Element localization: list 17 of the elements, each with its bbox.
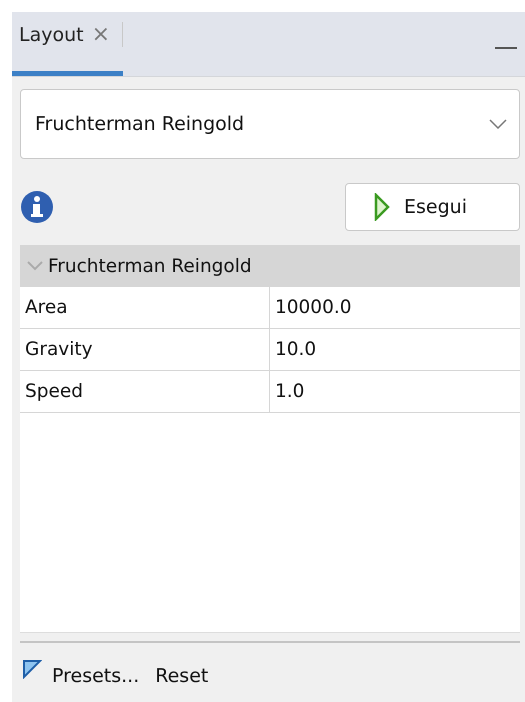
chevron-icon bbox=[489, 119, 507, 129]
property-name: Speed bbox=[20, 371, 270, 412]
property-value[interactable]: 10000.0 bbox=[270, 287, 520, 328]
info-icon[interactable] bbox=[20, 190, 54, 224]
property-name: Area bbox=[20, 287, 270, 328]
algorithm-dropdown[interactable]: Fruchterman Reingold bbox=[20, 89, 520, 159]
close-button[interactable]: × bbox=[92, 22, 110, 47]
property-name: Gravity bbox=[20, 329, 270, 370]
run-button[interactable]: Esegui bbox=[345, 183, 520, 231]
group-header: Fruchterman Reingold bbox=[48, 256, 252, 276]
property-value[interactable]: 10.0 bbox=[270, 329, 520, 370]
property-value[interactable]: 1.0 bbox=[270, 371, 520, 412]
reset-link[interactable]: Reset bbox=[155, 665, 208, 687]
triangle-icon[interactable] bbox=[22, 659, 42, 679]
presets-link[interactable]: Presets... bbox=[52, 665, 140, 687]
play-icon bbox=[374, 193, 390, 221]
minimize-icon[interactable] bbox=[495, 46, 517, 50]
